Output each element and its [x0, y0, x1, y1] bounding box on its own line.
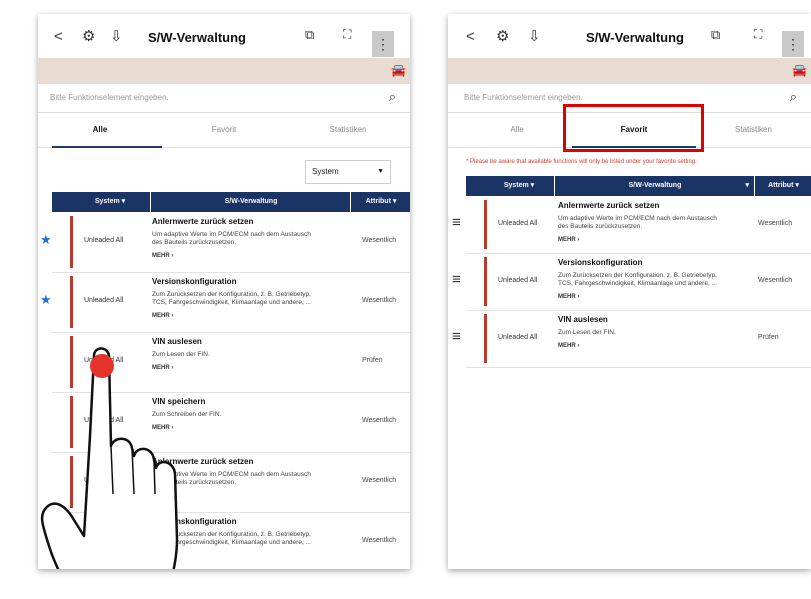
more-menu-button[interactable]: ⋮ — [782, 31, 804, 57]
row-system: Unleaded All — [84, 297, 124, 304]
row-accent-bar — [70, 276, 73, 328]
vehicle-bar: 🚘 — [448, 58, 811, 84]
expand-icon[interactable]: ⛶ — [754, 27, 762, 42]
row-title: Versionskonfiguration — [152, 277, 237, 286]
tablet-screen-alle: < ⚙ ⇩ S/W-Verwaltung ⧉ ⛶ ⋮ 🚘 Bitte Funkt… — [38, 14, 410, 569]
header-sw[interactable]: S/W-Verwaltung — [150, 192, 351, 212]
row-title: Versionskonfiguration — [558, 258, 643, 267]
page-title: S/W-Verwaltung — [148, 30, 246, 45]
row-attribute: Wesentlich — [362, 297, 397, 304]
toolbar: < ⚙ ⇩ S/W-Verwaltung ⧉ ⛶ ⋮ — [38, 14, 410, 58]
row-title: Anlernwerte zurück setzen — [152, 217, 254, 226]
row-accent-bar — [484, 257, 487, 306]
row-attribute: Wesentlich — [362, 237, 397, 244]
row-description: Zum Lesen der FIN. — [558, 329, 616, 336]
row-attribute: Wesentlich — [758, 219, 793, 227]
tab-alle[interactable]: Alle — [38, 113, 162, 147]
row-attribute: Prüfen — [362, 357, 383, 364]
header-system[interactable]: System ▾ — [484, 176, 554, 196]
header-attr[interactable]: Attribut ▾ — [754, 176, 811, 196]
search-bar[interactable]: Bitte Funktionselement eingeben. ⌕ — [38, 84, 410, 113]
active-tab-indicator — [52, 146, 162, 148]
more-link[interactable]: MEHR › — [152, 313, 173, 319]
search-icon[interactable]: ⌕ — [389, 89, 396, 105]
back-button[interactable]: < — [54, 28, 63, 45]
more-menu-button[interactable]: ⋮ — [372, 31, 394, 57]
tab-statistiken[interactable]: Statistiken — [286, 113, 410, 147]
chevron-down-icon: ▼ — [377, 168, 384, 175]
download-icon[interactable]: ⇩ — [110, 27, 123, 45]
row-title: Anlernwerte zurück setzen — [558, 201, 660, 210]
header-attr[interactable]: Attribut ▾ — [350, 192, 410, 212]
row-attribute: Wesentlich — [758, 276, 793, 284]
star-icon[interactable]: ★ — [40, 292, 52, 308]
table-header: System ▾ S/W-Verwaltung Attribut ▾ — [52, 192, 410, 212]
header-system[interactable]: System ▾ — [70, 192, 150, 212]
reorder-icon[interactable]: ≡ — [452, 214, 461, 231]
search-input[interactable]: Bitte Funktionselement eingeben. — [50, 93, 169, 102]
row-system: Unleaded All — [498, 276, 538, 284]
tab-bar: Alle Favorit Statistiken — [38, 113, 410, 148]
more-link[interactable]: MEHR › — [558, 237, 579, 243]
car-icon[interactable]: 🚘 — [391, 63, 406, 77]
export-icon[interactable]: ⧉ — [711, 27, 720, 43]
row-title: VIN auslesen — [558, 315, 608, 324]
row-system: Unleaded All — [498, 219, 538, 227]
system-dropdown[interactable]: System ▼ — [305, 160, 391, 184]
page-title: S/W-Verwaltung — [586, 30, 684, 45]
tab-statistiken[interactable]: Statistiken — [696, 113, 811, 147]
gear-icon[interactable]: ⚙ — [496, 27, 509, 45]
row-description: Zum Zurücksetzen der Konfiguration, z. B… — [558, 272, 717, 287]
more-link[interactable]: MEHR › — [558, 294, 579, 300]
tab-alle[interactable]: Alle — [462, 113, 572, 147]
row-system: Unleaded All — [498, 333, 538, 341]
row-accent-bar — [484, 314, 487, 363]
more-link[interactable]: MEHR › — [152, 253, 173, 259]
row-attribute: Wesentlich — [362, 477, 397, 484]
table-row[interactable]: ★ Unleaded All Versionskonfiguration Zum Zu… — [40, 272, 410, 333]
tablet-screen-favorit: < ⚙ ⇩ S/W-Verwaltung ⧉ ⛶ ⋮ 🚘 Bitte Funkt… — [448, 14, 811, 569]
export-icon[interactable]: ⧉ — [305, 27, 314, 43]
row-description: Zum Zurücksetzen der Konfiguration, z. B… — [152, 291, 311, 306]
table-row[interactable]: ≡ Unleaded All Anlernwerte zurück setzen Um… — [452, 196, 811, 254]
download-icon[interactable]: ⇩ — [528, 27, 541, 45]
search-input[interactable]: Bitte Funktionselement eingeben. — [464, 93, 583, 102]
search-icon[interactable]: ⌕ — [790, 89, 797, 105]
star-icon[interactable]: ★ — [40, 232, 52, 248]
toolbar: < ⚙ ⇩ S/W-Verwaltung ⧉ ⛶ ⋮ — [448, 14, 811, 58]
row-attribute: Prüfen — [758, 333, 779, 341]
table-header: System ▾ S/W-Verwaltung ▾ Attribut ▾ — [466, 176, 811, 196]
table-row[interactable]: ≡ Unleaded All VIN auslesen Zum Lesen der F… — [452, 310, 811, 368]
table-row[interactable]: ★ Unleaded All Anlernwerte zurück setzen Um… — [40, 212, 410, 273]
row-attribute: Wesentlich — [362, 417, 397, 424]
row-description: Um adaptive Werte im PCM/ECM nach dem Au… — [152, 231, 311, 246]
expand-icon[interactable]: ⛶ — [343, 27, 351, 42]
row-description: Um adaptive Werte im PCM/ECM nach dem Au… — [558, 215, 717, 230]
system-dropdown-value: System — [312, 167, 339, 176]
gear-icon[interactable]: ⚙ — [82, 27, 95, 45]
header-sw[interactable]: S/W-Verwaltung ▾ — [554, 176, 755, 196]
favorite-notice: * Please be aware that available functio… — [466, 159, 697, 165]
reorder-icon[interactable]: ≡ — [452, 328, 461, 345]
hand-pointer-icon — [40, 347, 179, 569]
vehicle-bar: 🚘 — [38, 58, 410, 84]
row-accent-bar — [70, 216, 73, 268]
row-system: Unleaded All — [84, 237, 124, 244]
row-attribute: Wesentlich — [362, 537, 397, 544]
back-button[interactable]: < — [466, 28, 475, 45]
tab-favorit[interactable]: Favorit — [162, 113, 286, 147]
more-link[interactable]: MEHR › — [558, 343, 579, 349]
row-accent-bar — [484, 200, 487, 249]
reorder-icon[interactable]: ≡ — [452, 271, 461, 288]
highlight-box — [563, 104, 704, 152]
table-row[interactable]: ≡ Unleaded All Versionskonfiguration Zum Zu… — [452, 253, 811, 311]
car-icon[interactable]: 🚘 — [792, 63, 807, 77]
